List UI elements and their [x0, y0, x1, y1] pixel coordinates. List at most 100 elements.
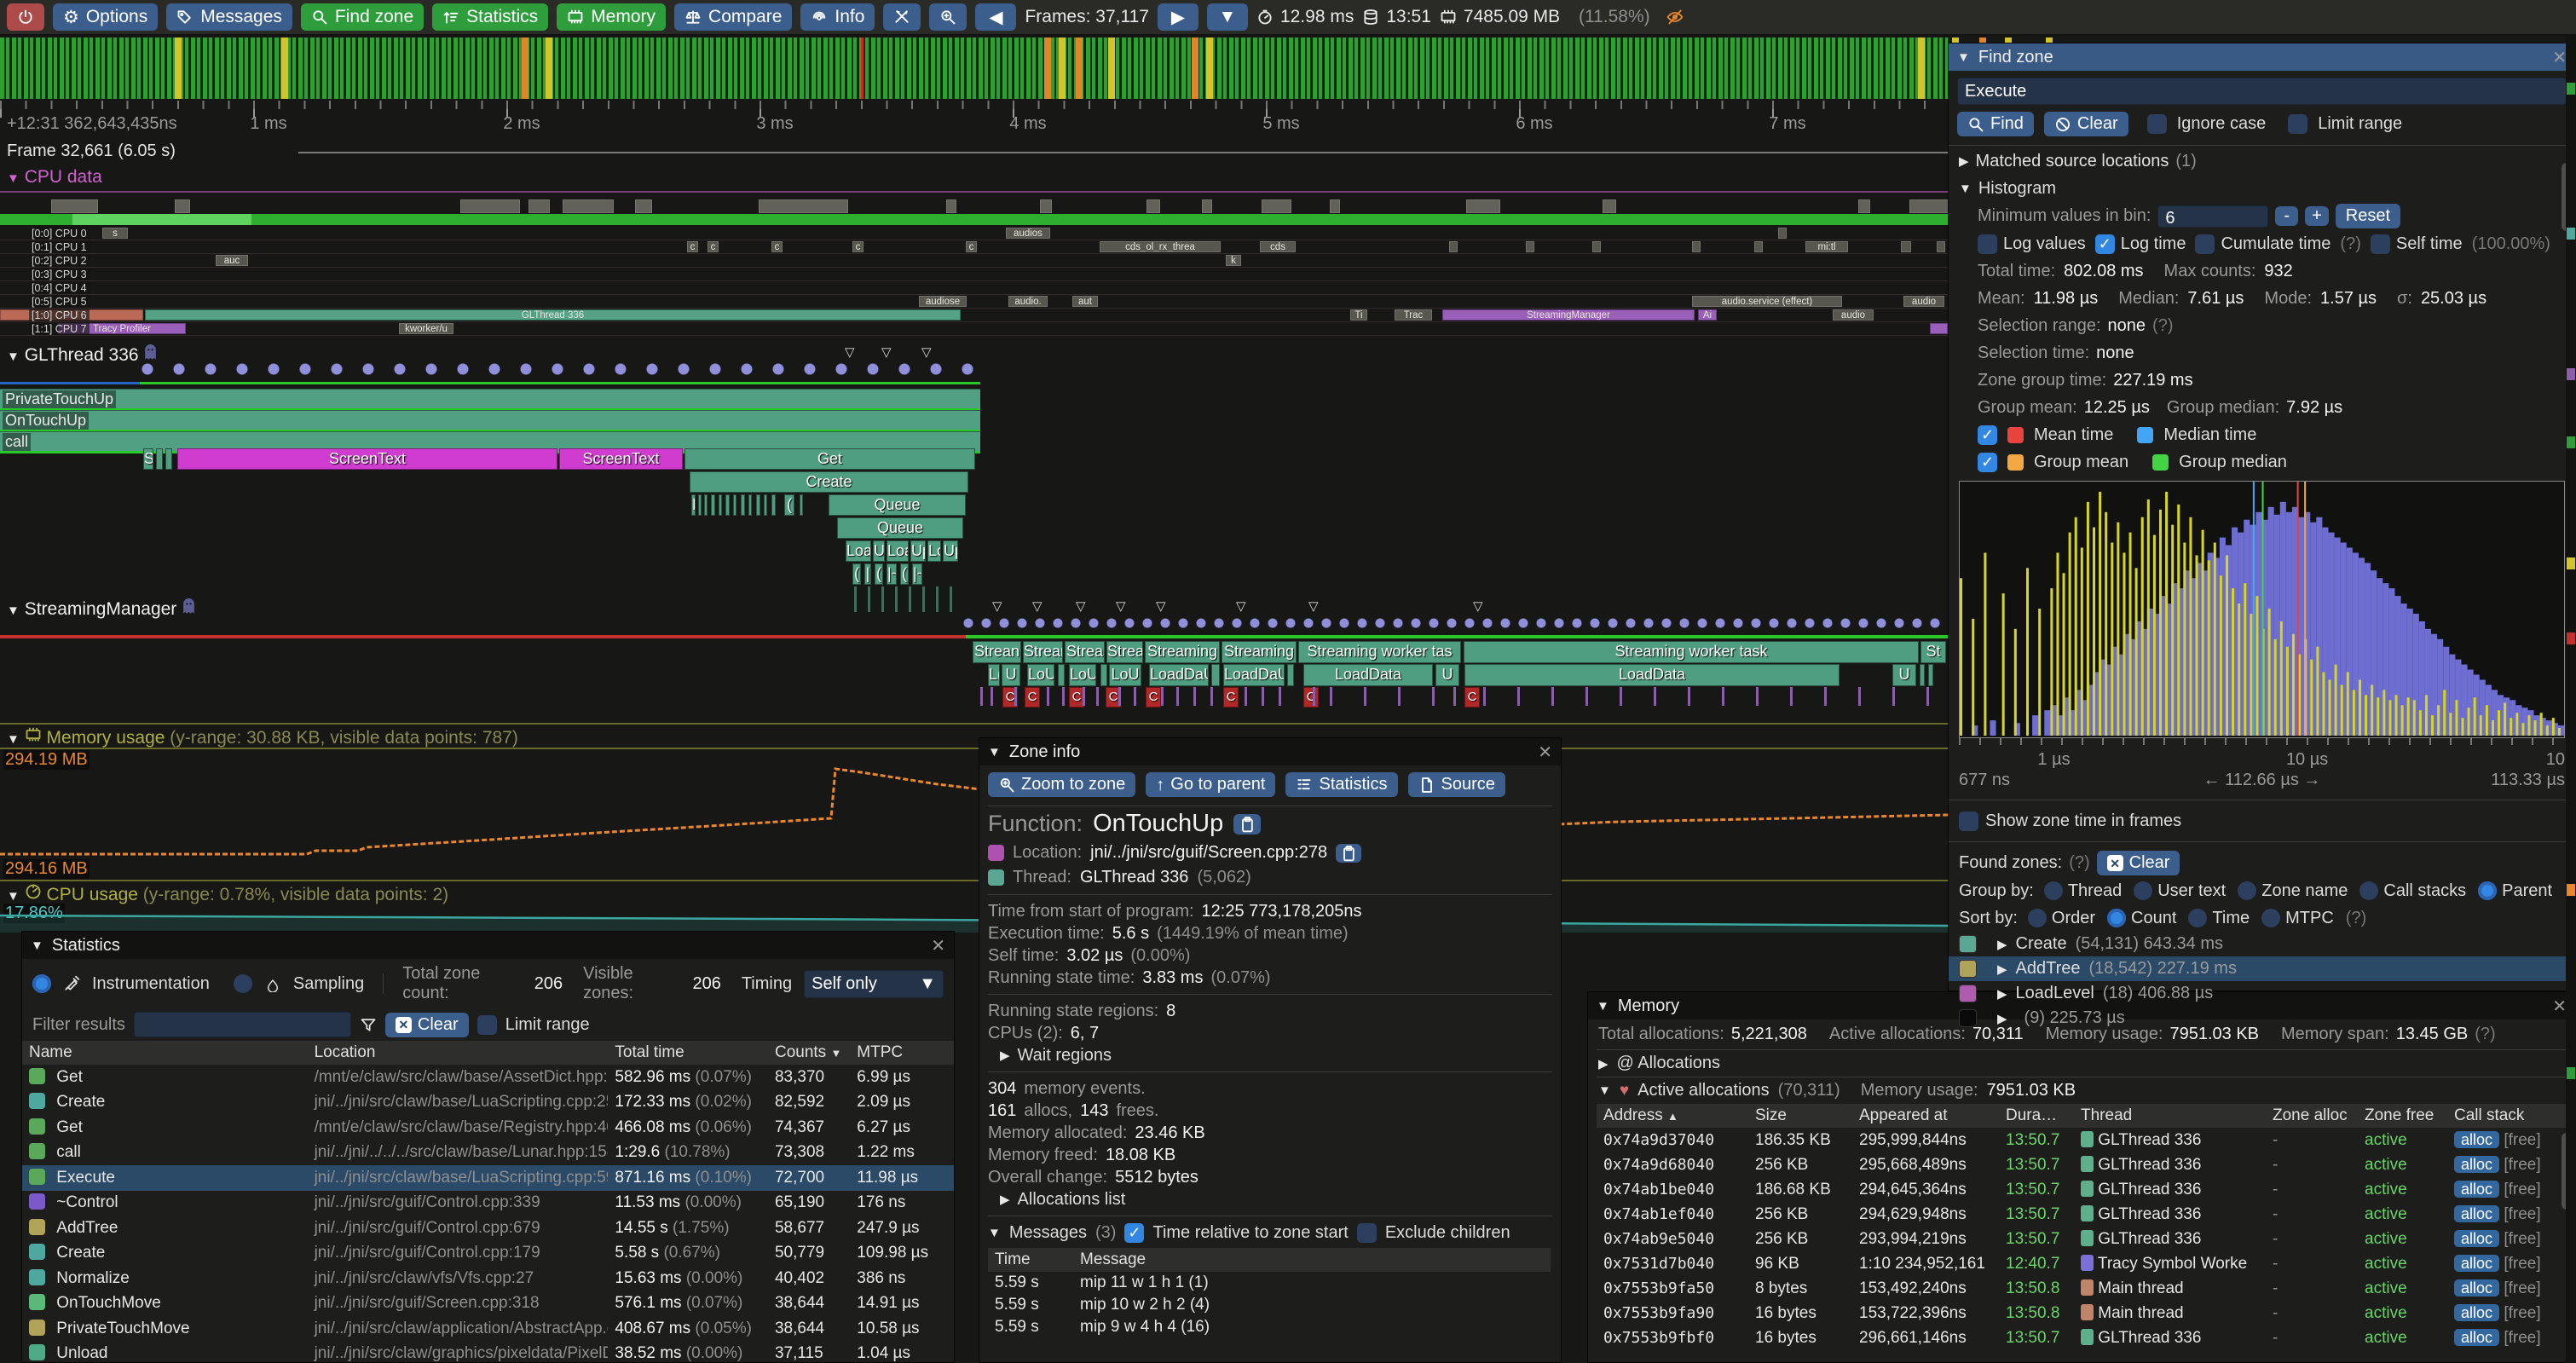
- options-button[interactable]: ⚙Options: [53, 3, 158, 31]
- zone-LoU[interactable]: LoU: [1069, 664, 1096, 686]
- zone-L([interactable]: L(: [988, 664, 1000, 686]
- zone-block[interactable]: [1211, 664, 1220, 686]
- zone-Lo[interactable]: Lo: [927, 540, 941, 562]
- table-row[interactable]: Unloadjni/../jni/src/claw/graphics/pixel…: [22, 1342, 954, 1363]
- ignore-case-checkbox[interactable]: [2147, 114, 2167, 134]
- col-total-time[interactable]: Total time: [608, 1041, 768, 1065]
- cpu-zone-block[interactable]: [1592, 241, 1601, 252]
- table-row[interactable]: Createjni/../jni/src/guif/Control.cpp:17…: [22, 1241, 954, 1267]
- eye-slash-icon[interactable]: [1664, 9, 1686, 26]
- time-ruler[interactable]: +12:31 362,643,435ns 1 ms2 ms3 ms4 ms5 m…: [0, 101, 1948, 138]
- zone-block[interactable]: [733, 494, 736, 516]
- zone-St[interactable]: St: [1920, 641, 1946, 663]
- table-row[interactable]: Executejni/../jni/src/claw/base/LuaScrip…: [22, 1165, 954, 1191]
- zone-Queue[interactable]: Queue: [829, 494, 966, 516]
- info-button[interactable]: Info: [800, 3, 875, 31]
- copy-function-button[interactable]: [1233, 814, 1261, 835]
- cpu-zone-block[interactable]: [1901, 241, 1911, 252]
- table-row[interactable]: OnTouchMovejni/../jni/src/guif/Screen.cp…: [22, 1291, 954, 1317]
- zone-Loa[interactable]: Loa: [846, 540, 871, 562]
- order-radio[interactable]: [2028, 909, 2047, 927]
- zone-([interactable]: (: [900, 563, 909, 585]
- message-marker-icon[interactable]: ▽: [921, 344, 932, 360]
- table-row[interactable]: PrivateTouchMovejni/../jni/src/claw/appl…: [22, 1316, 954, 1342]
- table-row[interactable]: Createjni/../jni/src/claw/base/LuaScript…: [22, 1090, 954, 1116]
- zone-block[interactable]: [698, 494, 702, 516]
- allocation-row[interactable]: 0x74a9d37040186.35 KB295,999,844ns13:50.…: [1597, 1128, 2568, 1152]
- zone-U[interactable]: U: [1892, 664, 1916, 686]
- zone-block[interactable]: [156, 448, 163, 470]
- alloc-button[interactable]: alloc: [2454, 1131, 2499, 1148]
- zone-Up[interactable]: Up: [943, 540, 958, 562]
- cpu-zone-cds[interactable]: cds: [1260, 241, 1296, 252]
- cpu-zone-Trac[interactable]: Trac: [1395, 309, 1432, 321]
- zone-LoadData[interactable]: LoadData: [1464, 664, 1840, 686]
- power-button[interactable]: [7, 3, 44, 31]
- close-icon[interactable]: ✕: [2552, 47, 2567, 68]
- zone-block[interactable]: [756, 494, 760, 516]
- zone-C[interactable]: C: [1025, 687, 1040, 707]
- show-zone-time-checkbox[interactable]: [1959, 811, 1978, 831]
- zone-E[interactable]: E: [691, 494, 696, 516]
- col-name[interactable]: Name: [22, 1041, 308, 1065]
- found-zone-row[interactable]: ▶AddTree(18,542) 227.19 ms: [1949, 956, 2575, 981]
- clear-found-button[interactable]: ✕Clear: [2097, 851, 2180, 875]
- histogram-tree[interactable]: ▼Histogram: [1949, 175, 2575, 202]
- zone-block[interactable]: [764, 494, 767, 516]
- allocation-row[interactable]: 0x7531d7b04096 KB1:10 234,952,16112:40.7…: [1597, 1251, 2568, 1276]
- zone-block[interactable]: [1928, 664, 1933, 686]
- time-radio[interactable]: [2188, 909, 2207, 927]
- cpu-data-section-header[interactable]: ▼ CPU data: [7, 167, 102, 188]
- table-row[interactable]: Get/mnt/e/claw/src/claw/base/AssetDict.h…: [22, 1065, 954, 1090]
- allocation-row[interactable]: 0x7553b9fbf016 bytes296,661,146ns13:50.7…: [1597, 1325, 2568, 1350]
- clear-filter-button[interactable]: ✕Clear: [385, 1013, 469, 1037]
- find-zone-button[interactable]: Find zone: [301, 3, 424, 31]
- minus-button[interactable]: -: [2275, 206, 2298, 226]
- self-time-checkbox[interactable]: [2371, 234, 2390, 254]
- col-thread[interactable]: Thread: [2074, 1104, 2266, 1128]
- prev-frame-button[interactable]: ◀: [975, 3, 1016, 31]
- cpu-zone-Ai[interactable]: Ai: [1698, 309, 1717, 321]
- tools-button[interactable]: [883, 3, 921, 31]
- parent-radio[interactable]: [2478, 881, 2497, 900]
- memory-usage-header[interactable]: ▼ Memory usage (y-range: 30.88 KB, visib…: [7, 726, 518, 748]
- zone-U[interactable]: U: [1002, 664, 1020, 686]
- allocation-row[interactable]: 0x74a9d68040256 KB295,668,489ns13:50.7 G…: [1597, 1152, 2568, 1177]
- zone-Strea[interactable]: Strea: [1065, 641, 1105, 663]
- col-zone-alloc[interactable]: Zone alloc: [2266, 1104, 2358, 1128]
- zoom-to-zone-button[interactable]: Zoom to zone: [988, 772, 1135, 797]
- find-zone-titlebar[interactable]: ▼Find zone✕: [1949, 43, 2575, 71]
- zone-block[interactable]: [748, 494, 752, 516]
- zone-([interactable]: (: [852, 563, 861, 585]
- table-row[interactable]: Get/mnt/e/claw/src/claw/base/Registry.hp…: [22, 1115, 954, 1141]
- filter-input[interactable]: [134, 1012, 351, 1037]
- cpu-zone-StreamingManager[interactable]: StreamingManager: [1442, 309, 1695, 321]
- zoom-button[interactable]: [929, 3, 967, 31]
- instrumentation-radio[interactable]: [32, 974, 51, 993]
- zone-block[interactable]: [1058, 664, 1065, 686]
- zone-U[interactable]: U: [1435, 664, 1459, 686]
- cpu-zone-block[interactable]: [1937, 241, 1945, 252]
- table-row[interactable]: calljni/../jni/../../../src/claw/base/Lu…: [22, 1141, 954, 1166]
- message-marker-icon[interactable]: ▽: [1236, 598, 1246, 614]
- alloc-button[interactable]: alloc: [2454, 1181, 2499, 1198]
- message-marker-icon[interactable]: ▽: [1473, 598, 1483, 614]
- zone-LoU[interactable]: LoU: [1109, 664, 1141, 686]
- zone-ScreenText[interactable]: ScreenText: [559, 448, 683, 470]
- call-stacks-radio[interactable]: [2359, 881, 2378, 900]
- message-marker-icon[interactable]: ▽: [881, 344, 892, 360]
- cpu-zone-kworker/u[interactable]: kworker/u: [399, 323, 453, 334]
- compare-button[interactable]: Compare: [674, 3, 792, 31]
- messages-button[interactable]: Messages: [166, 3, 292, 31]
- col-duration[interactable]: Dura…: [1999, 1104, 2074, 1128]
- alloc-button[interactable]: alloc: [2454, 1279, 2499, 1297]
- frame-ribbon[interactable]: [0, 214, 1948, 225]
- cpu-zone-audio.[interactable]: audio.: [1008, 296, 1048, 307]
- cpu-zone-mi:tl[interactable]: mi:tl: [1805, 241, 1848, 252]
- zone-LoU[interactable]: LoU: [1027, 664, 1054, 686]
- col-mtpc[interactable]: MTPC: [850, 1041, 954, 1065]
- zone-Streaming worker tas[interactable]: Streaming worker tas: [1298, 641, 1461, 663]
- zone-|~[interactable]: |~: [887, 563, 897, 585]
- frame-dropdown-button[interactable]: ▼: [1207, 3, 1248, 31]
- zone-Strear[interactable]: Strear: [1023, 641, 1063, 663]
